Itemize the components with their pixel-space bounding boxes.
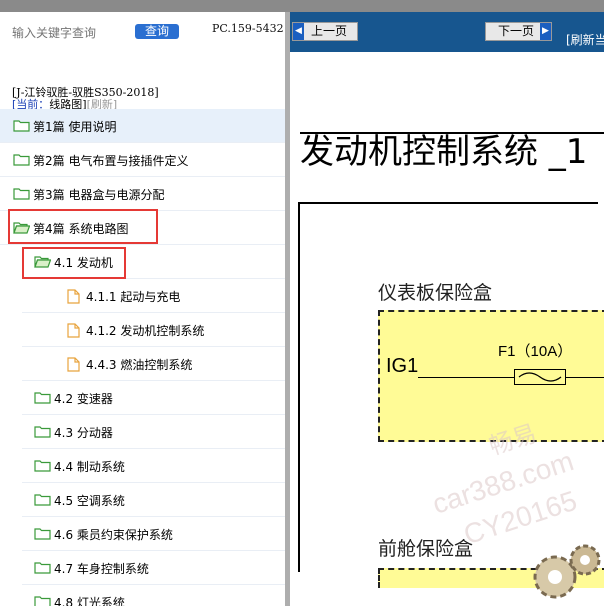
highlight-chapter-4	[8, 209, 158, 244]
folder-icon	[34, 493, 51, 509]
refresh-page-link[interactable]: [刷新当	[566, 31, 604, 48]
tree-item-4-4-3[interactable]: 4.4.3 燃油控制系统	[22, 347, 285, 381]
next-page-label: 下一页	[498, 24, 535, 38]
tree-item-4-5[interactable]: 4.5 空调系统	[22, 483, 285, 517]
prev-page-button[interactable]: ◀ 上一页	[292, 22, 358, 41]
section-dash-fuse-box: 仪表板保险盒	[378, 282, 493, 304]
search-input[interactable]	[12, 24, 130, 42]
gear-watermark-icon	[525, 532, 604, 606]
tree-item-label: 4.1.2 发动机控制系统	[86, 324, 205, 338]
tree-item-label: 4.1.1 起动与充电	[86, 290, 181, 304]
tree-item-chapter-2[interactable]: 第2篇 电气布置与接插件定义	[0, 143, 285, 177]
fuse-f1-label: F1（10A）	[498, 343, 573, 360]
tree-item-label: 第1篇 使用说明	[33, 120, 117, 134]
ig1-label: IG1	[386, 355, 419, 377]
tree-item-chapter-3[interactable]: 第3篇 电器盒与电源分配	[0, 177, 285, 211]
folder-icon	[13, 153, 30, 169]
document-icon	[67, 323, 80, 341]
document-icon	[67, 357, 80, 375]
prev-page-label: 上一页	[311, 24, 348, 38]
tree-item-4-6[interactable]: 4.6 乘员约束保护系统	[22, 517, 285, 551]
tree-item-4-4[interactable]: 4.4 制动系统	[22, 449, 285, 483]
document-code: PC.159-5432	[212, 22, 284, 35]
diagram-viewer: ◀ 上一页 下一页 ▶ [刷新当 发动机控制系统 _1 仪表板保险盒 IG1 F…	[290, 12, 604, 606]
next-page-button[interactable]: 下一页 ▶	[485, 22, 552, 41]
folder-icon	[34, 391, 51, 407]
tree-item-label: 4.8 灯光系统	[54, 596, 125, 606]
folder-icon	[13, 187, 30, 203]
tree-item-label: 第3篇 电器盒与电源分配	[33, 188, 165, 202]
tree-item-label: 4.7 车身控制系统	[54, 562, 149, 576]
tree-item-4-3[interactable]: 4.3 分动器	[22, 415, 285, 449]
folder-icon	[34, 527, 51, 543]
tree-item-label: 4.5 空调系统	[54, 494, 125, 508]
window-top-bar	[0, 0, 604, 12]
catalog-sidebar: 查询 PC.159-5432 [J-江铃驭胜-驭胜S350-2018] [当前：…	[0, 12, 285, 606]
catalog-tree: 第1篇 使用说明 第2篇 电气布置与接插件定义 第3篇 电器盒与电源分配 第4篇…	[0, 109, 285, 606]
tree-item-label: 4.2 变速器	[54, 392, 113, 406]
search-button[interactable]: 查询	[135, 24, 179, 39]
tree-item-chapter-1[interactable]: 第1篇 使用说明	[0, 109, 285, 143]
highlight-4-1	[22, 247, 126, 279]
tree-item-4-1-1[interactable]: 4.1.1 起动与充电	[22, 279, 285, 313]
tree-item-4-2[interactable]: 4.2 变速器	[22, 381, 285, 415]
search-bar: 查询 PC.159-5432	[0, 12, 285, 52]
arrow-right-icon: ▶	[540, 23, 551, 40]
folder-icon	[34, 595, 51, 606]
page-nav-bar: ◀ 上一页 下一页 ▶ [刷新当	[290, 12, 604, 52]
ig1-wire	[418, 377, 604, 378]
arrow-left-icon: ◀	[293, 23, 304, 40]
document-icon	[67, 289, 80, 307]
folder-icon	[34, 459, 51, 475]
diagram-title: 发动机控制系统 _1	[300, 132, 588, 172]
tree-item-4-1-2[interactable]: 4.1.2 发动机控制系统	[22, 313, 285, 347]
tree-item-label: 4.3 分动器	[54, 426, 113, 440]
tree-item-4-7[interactable]: 4.7 车身控制系统	[22, 551, 285, 585]
tree-item-4-8[interactable]: 4.8 灯光系统	[22, 585, 285, 606]
folder-icon	[13, 119, 30, 135]
fuse-symbol	[514, 369, 566, 385]
tree-item-label: 第2篇 电气布置与接插件定义	[33, 154, 189, 168]
section-front-fuse-box: 前舱保险盒	[378, 538, 474, 560]
tree-item-label: 4.4.3 燃油控制系统	[86, 358, 193, 372]
folder-icon	[34, 561, 51, 577]
tree-item-label: 4.6 乘员约束保护系统	[54, 528, 173, 542]
folder-icon	[34, 425, 51, 441]
tree-item-label: 4.4 制动系统	[54, 460, 125, 474]
